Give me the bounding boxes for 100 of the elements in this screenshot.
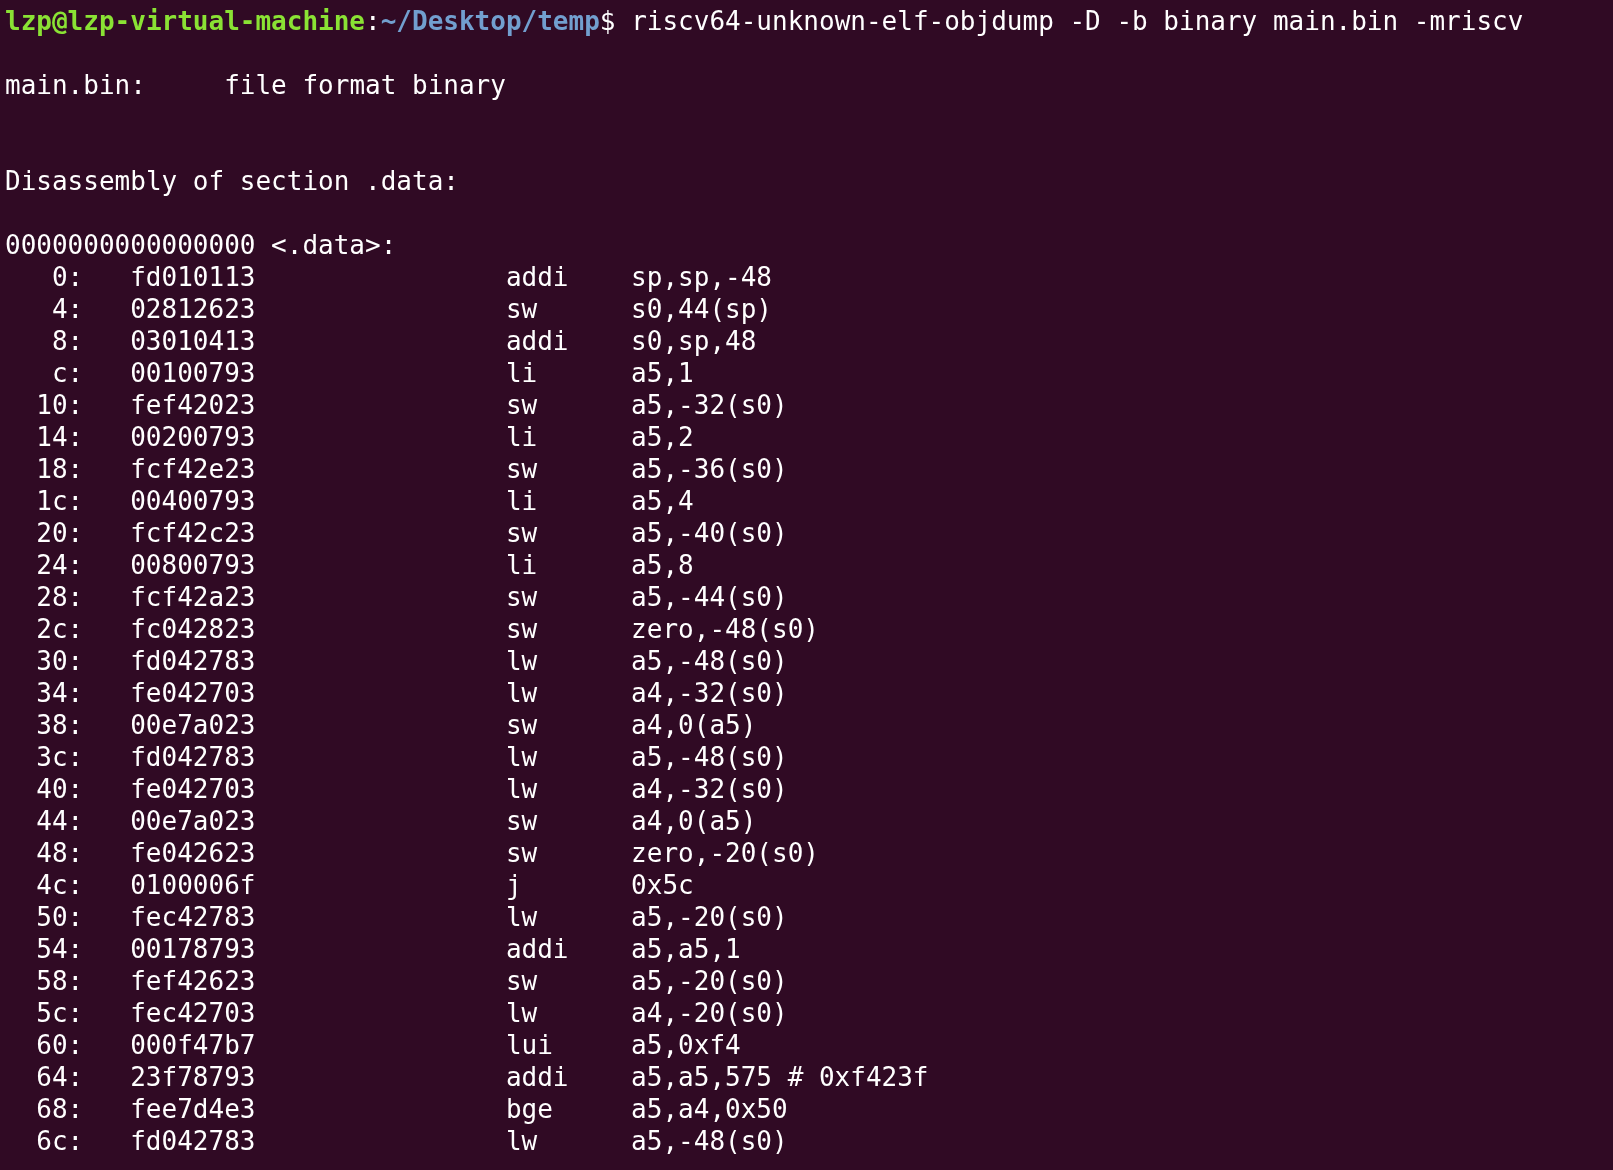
instruction-operands: a5,2: [631, 421, 694, 453]
instruction-mnemonic: lw: [505, 677, 539, 709]
instruction-bytes: fee7d4e3: [130, 1093, 257, 1125]
instruction-bytes: fcf42c23: [130, 517, 257, 549]
instruction-operands: a5,-20(s0): [631, 965, 788, 997]
instruction-mnemonic: li: [505, 421, 539, 453]
instruction-address: 60:: [35, 1029, 84, 1061]
instruction-mnemonic: sw: [505, 293, 539, 325]
instruction-address: 8:: [50, 325, 84, 357]
prompt-symbol: $: [599, 5, 616, 37]
file-format: file format binary: [224, 69, 506, 101]
instruction-bytes: fe042623: [130, 837, 257, 869]
instruction-bytes: fef42623: [130, 965, 257, 997]
instruction-address: 50:: [35, 901, 84, 933]
instruction-bytes: 23f78793: [130, 1061, 257, 1093]
instruction-bytes: 00800793: [130, 549, 257, 581]
instruction-mnemonic: addi: [505, 1061, 570, 1093]
prompt-user-host: lzp@lzp-virtual-machine: [5, 5, 366, 37]
instruction-operands: 0x5c: [631, 869, 694, 901]
instruction-mnemonic: sw: [505, 965, 539, 997]
instruction-operands: a5,1: [631, 357, 694, 389]
instruction-operands: a5,a5,1: [631, 933, 741, 965]
instruction-address: 3c:: [35, 741, 84, 773]
instruction-mnemonic: lw: [505, 741, 539, 773]
instruction-address: 24:: [35, 549, 84, 581]
instruction-address: 54:: [35, 933, 84, 965]
instruction-address: 0:: [50, 261, 84, 293]
instruction-bytes: fec42783: [130, 901, 257, 933]
instruction-address: 6c:: [35, 1125, 84, 1157]
instruction-bytes: fd010113: [130, 261, 257, 293]
instruction-bytes: 00100793: [130, 357, 257, 389]
prompt-separator: :: [365, 5, 381, 37]
instruction-bytes: 02812623: [130, 293, 257, 325]
instruction-mnemonic: lw: [505, 997, 539, 1029]
instruction-bytes: 00e7a023: [130, 709, 257, 741]
instruction-mnemonic: sw: [505, 581, 539, 613]
instruction-mnemonic: sw: [505, 837, 539, 869]
instruction-operands: a4,-32(s0): [631, 677, 788, 709]
instruction-address: c:: [50, 357, 84, 389]
file-name: main.bin:: [5, 69, 146, 101]
instruction-address: 5c:: [35, 997, 84, 1029]
instruction-address: 34:: [35, 677, 84, 709]
instruction-bytes: 00178793: [130, 933, 257, 965]
instruction-address: 20:: [35, 517, 84, 549]
instruction-operands: a5,-40(s0): [631, 517, 788, 549]
instruction-mnemonic: sw: [505, 805, 539, 837]
instruction-mnemonic: li: [505, 357, 539, 389]
instruction-bytes: fef42023: [130, 389, 257, 421]
instruction-address: 64:: [35, 1061, 84, 1093]
instruction-operands: zero,-20(s0): [631, 837, 819, 869]
instruction-bytes: 03010413: [130, 325, 257, 357]
instruction-operands: a5,-48(s0): [631, 741, 788, 773]
instruction-address: 28:: [35, 581, 84, 613]
instruction-address: 48:: [35, 837, 84, 869]
instruction-mnemonic: lw: [505, 901, 539, 933]
instruction-address: 18:: [35, 453, 84, 485]
instruction-bytes: 00200793: [130, 421, 257, 453]
instruction-operands: a5,8: [631, 549, 694, 581]
instruction-address: 10:: [35, 389, 84, 421]
instruction-mnemonic: sw: [505, 613, 539, 645]
instruction-bytes: fc042823: [130, 613, 257, 645]
instruction-mnemonic: j: [505, 869, 523, 901]
instruction-mnemonic: addi: [505, 933, 570, 965]
instruction-mnemonic: addi: [505, 325, 570, 357]
instruction-address: 2c:: [35, 613, 84, 645]
symbol-label: 0000000000000000 <.data>:: [5, 229, 397, 261]
instruction-bytes: fe042703: [130, 677, 257, 709]
instruction-operands: a5,4: [631, 485, 694, 517]
instruction-operands: a5,0xf4: [631, 1029, 741, 1061]
instruction-bytes: fec42703: [130, 997, 257, 1029]
instruction-address: 4c:: [35, 869, 84, 901]
instruction-mnemonic: lw: [505, 645, 539, 677]
instruction-bytes: 0100006f: [130, 869, 257, 901]
instruction-mnemonic: sw: [505, 517, 539, 549]
instruction-operands: a4,0(a5): [631, 709, 757, 741]
instruction-mnemonic: addi: [505, 261, 570, 293]
instruction-operands: a4,-32(s0): [631, 773, 788, 805]
instruction-bytes: 00e7a023: [130, 805, 257, 837]
command-text: riscv64-unknown-elf-objdump -D -b binary main.bin -mriscv: [631, 5, 1524, 37]
instruction-address: 38:: [35, 709, 84, 741]
instruction-operands: a5,-20(s0): [631, 901, 788, 933]
instruction-operands: a5,-48(s0): [631, 645, 788, 677]
instruction-operands: sp,sp,-48: [631, 261, 772, 293]
instruction-operands: a5,a5,575 # 0xf423f: [631, 1061, 929, 1093]
instruction-mnemonic: sw: [505, 389, 539, 421]
instruction-mnemonic: li: [505, 549, 539, 581]
instruction-operands: a4,0(a5): [631, 805, 757, 837]
instruction-address: 44:: [35, 805, 84, 837]
instruction-mnemonic: bge: [505, 1093, 554, 1125]
instruction-operands: a5,-48(s0): [631, 1125, 788, 1157]
instruction-mnemonic: sw: [505, 453, 539, 485]
instruction-operands: a5,-44(s0): [631, 581, 788, 613]
instruction-mnemonic: sw: [505, 709, 539, 741]
instruction-operands: s0,sp,48: [631, 325, 757, 357]
instruction-address: 30:: [35, 645, 84, 677]
instruction-address: 4:: [50, 293, 84, 325]
instruction-bytes: fcf42a23: [130, 581, 257, 613]
section-heading: Disassembly of section .data:: [5, 165, 459, 197]
instruction-mnemonic: lui: [505, 1029, 554, 1061]
instruction-operands: zero,-48(s0): [631, 613, 819, 645]
